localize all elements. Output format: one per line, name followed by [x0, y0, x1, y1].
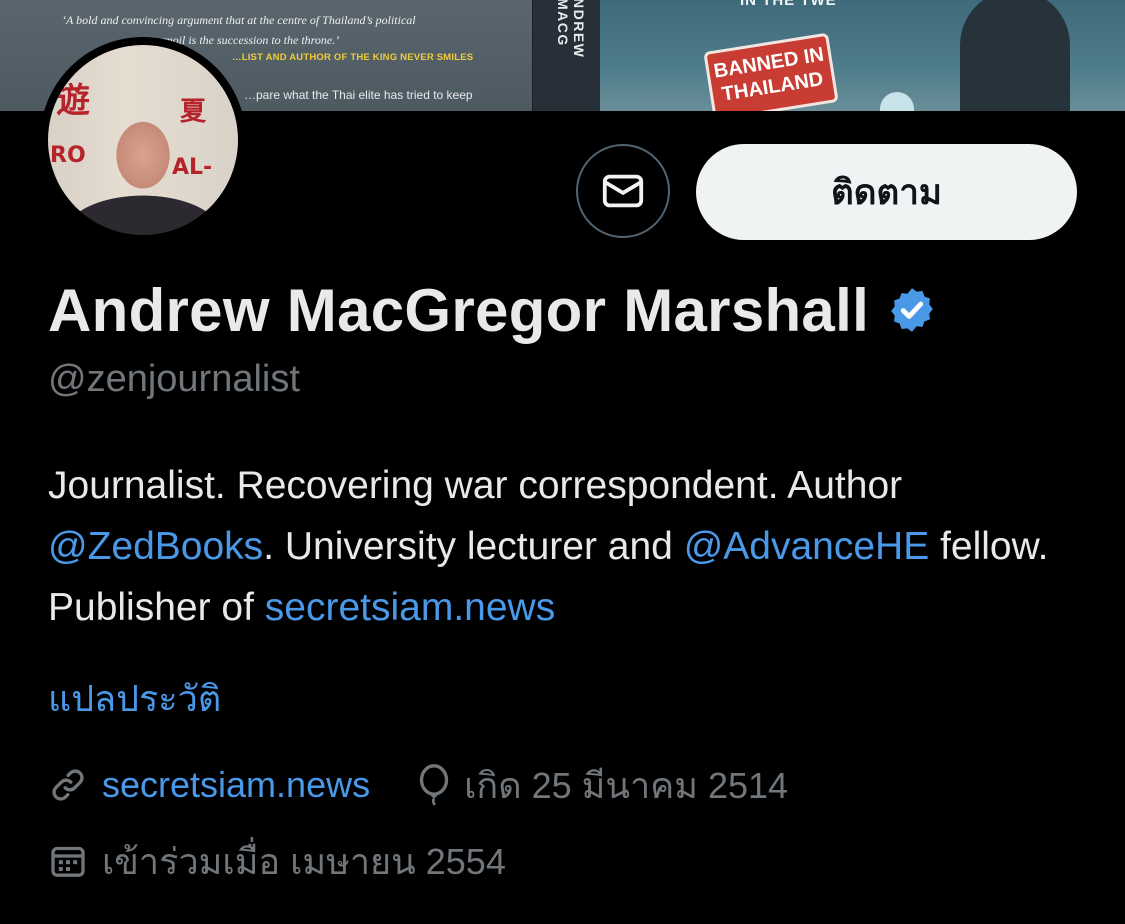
calendar-icon	[51, 846, 85, 877]
wall-graffiti: AL-	[172, 155, 213, 180]
avatar[interactable]: 遊 夏 RO AL-	[40, 37, 246, 243]
wall-graffiti: RO	[50, 143, 86, 168]
birth-date: เกิด 25 มีนาคม 2514	[464, 764, 789, 806]
username-handle: @zenjournalist	[48, 358, 300, 400]
join-date: เข้าร่วมเมื่อ เมษายน 2554	[102, 840, 506, 882]
balloon-icon	[419, 764, 449, 806]
cover-title-fragment: IN THE TWE	[740, 0, 837, 9]
bio-text: . University lecturer and	[263, 525, 684, 568]
profile-meta-row: secretsiam.news เกิด 25 มีนาคม 2514	[48, 760, 788, 810]
verified-badge-icon[interactable]	[887, 285, 937, 335]
cover-statue	[960, 0, 1070, 111]
display-name: Andrew MacGregor Marshall	[48, 276, 870, 344]
link-icon	[52, 769, 84, 801]
translate-bio-link[interactable]: แปลประวัติ	[48, 670, 221, 727]
bio-text: Journalist. Recovering war correspondent…	[48, 464, 903, 507]
banner-quote-author: …LIST AND AUTHOR OF THE KING NEVER SMILE…	[232, 52, 474, 63]
avatar-photo: 遊 夏 RO AL-	[48, 45, 238, 235]
book-spine: NDREW MACG	[532, 0, 602, 111]
wall-graffiti: 遊	[56, 81, 90, 121]
name-row: Andrew MacGregor Marshall	[48, 270, 937, 350]
banned-in-thailand-badge: BANNED IN THAILAND	[703, 32, 839, 111]
spine-text: NDREW MACG	[555, 0, 587, 59]
banner-quote-line1: ‘A bold and convincing argument that at …	[62, 13, 416, 27]
cover-moon	[880, 92, 914, 111]
joined-row: เข้าร่วมเมื่อ เมษายน 2554	[48, 836, 506, 886]
website-link[interactable]: secretsiam.news	[102, 764, 370, 806]
book-front-cover: IN THE TWE BANNED IN THAILAND	[600, 0, 1125, 111]
profile-bio: Journalist. Recovering war correspondent…	[48, 455, 1098, 638]
envelope-icon	[602, 174, 644, 208]
follow-button[interactable]: ติดตาม	[696, 144, 1077, 240]
bio-website-link[interactable]: secretsiam.news	[265, 586, 555, 629]
mention-zedbooks-link[interactable]: @ZedBooks	[48, 525, 263, 568]
wall-graffiti: 夏	[180, 97, 207, 127]
mention-advancehe-link[interactable]: @AdvanceHE	[684, 525, 930, 568]
banner-quote-body: …pare what the Thai elite has tried to k…	[244, 88, 473, 102]
message-button[interactable]	[576, 144, 670, 238]
